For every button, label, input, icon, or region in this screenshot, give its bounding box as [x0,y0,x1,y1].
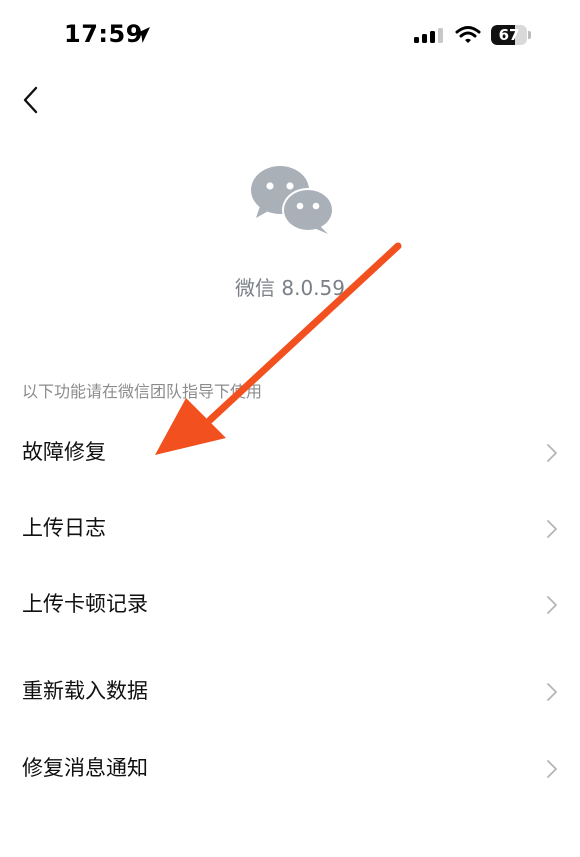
chevron-right-icon [547,520,557,538]
menu-item-reload-data[interactable]: 重新载入数据 [0,661,580,721]
menu-item-label: 重新载入数据 [22,679,148,703]
back-button[interactable] [14,82,50,118]
menu-item-label: 修复消息通知 [22,756,148,780]
chevron-left-icon [23,86,38,114]
battery-level: 67 [498,26,520,44]
menu-item-label: 上传日志 [22,516,106,540]
menu-item-label: 故障修复 [22,440,106,464]
menu-item-upload-lag-records[interactable]: 上传卡顿记录 [0,574,580,634]
chevron-right-icon [547,683,557,701]
chevron-right-icon [547,444,557,462]
chevron-right-icon [547,596,557,614]
section-hint: 以下功能请在微信团队指导下使用 [22,382,263,401]
menu-item-upload-logs[interactable]: 上传日志 [0,498,580,558]
menu-item-label: 上传卡顿记录 [22,592,148,616]
location-arrow-icon [134,27,150,43]
app-version: 微信 8.0.59 [235,276,345,300]
menu-item-fault-repair[interactable]: 故障修复 [0,422,580,482]
menu-item-repair-notifications[interactable]: 修复消息通知 [0,738,580,798]
wechat-logo-icon [251,166,334,234]
chevron-right-icon [547,760,557,778]
battery-icon: 67 [491,25,531,45]
wifi-icon [455,26,481,43]
cellular-signal-icon [414,28,443,43]
status-bar: 17:59 67 [0,0,580,72]
